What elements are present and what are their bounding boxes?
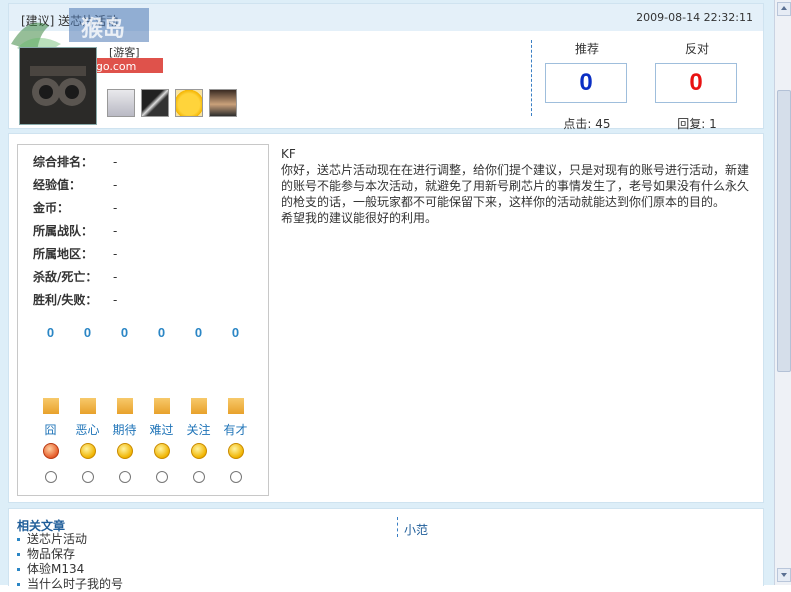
post-author: KF (281, 147, 296, 161)
mood-label[interactable]: 期待 (106, 421, 143, 438)
stat-experience: 经验值： - (33, 178, 118, 192)
user-avatar[interactable] (19, 47, 97, 125)
post-body: KF 你好，送芯片活动现在在进行调整，给你们提个建议，只是对现有的账号进行活动，… (281, 146, 751, 226)
mood-label[interactable]: 难过 (143, 421, 180, 438)
related-article-link[interactable]: 送芯片活动 (17, 532, 123, 547)
scroll-up-arrow-icon[interactable] (777, 2, 791, 16)
oppose-button[interactable]: 0 (655, 63, 737, 103)
stat-team: 所属战队： - (33, 224, 118, 238)
mood-label[interactable]: 关注 (180, 421, 217, 438)
stat-win-loss: 胜利/失败： - (33, 293, 118, 307)
reply-count: 回复: 1 (677, 117, 717, 131)
related-user-link[interactable]: 小范 (404, 521, 428, 538)
mood-bars (32, 398, 254, 414)
page-frame: [建议] 送芯片活动 2009-08-14 22:32:11 猴岛 bbs.ha… (0, 0, 774, 591)
mood-radio[interactable] (106, 471, 143, 483)
sick-face-icon (69, 443, 106, 459)
post-header-card: [建议] 送芯片活动 2009-08-14 22:32:11 猴岛 bbs.ha… (8, 3, 764, 132)
svg-text:猴岛: 猴岛 (81, 16, 125, 42)
mood-count: 0 (157, 325, 166, 340)
anime-girl-badge-icon (107, 89, 135, 117)
mood-bar (106, 398, 143, 414)
mood-count: 0 (231, 325, 240, 340)
mood-count: 0 (83, 325, 92, 340)
mood-counts: 0 0 0 0 0 0 (32, 325, 262, 340)
mood-radio[interactable] (69, 471, 106, 483)
vertical-scrollbar[interactable] (774, 0, 791, 585)
mood-bar (69, 398, 106, 414)
oppose-label: 反对 (684, 42, 709, 56)
embarrassed-face-icon (32, 443, 69, 459)
mood-label[interactable]: 恶心 (69, 421, 106, 438)
stat-region: 所属地区： - (33, 247, 118, 261)
fighter-badge-icon (209, 89, 237, 117)
user-badges (107, 89, 237, 117)
user-profile-panel: 综合排名： - 经验值： - 金币： - 所属战队： - 所属地区： - 杀敌/死亡： - … (17, 144, 269, 496)
watching-face-icon (180, 443, 217, 459)
stat-kill-death: 杀敌/死亡： - (33, 270, 118, 284)
mood-radio[interactable] (217, 471, 254, 483)
mood-label[interactable]: 有才 (217, 421, 254, 438)
stat-rank: 综合排名： - (33, 155, 118, 169)
mood-radio[interactable] (32, 471, 69, 483)
related-article-link[interactable]: 物品保存 (17, 547, 123, 562)
related-articles-list: 送芯片活动 物品保存 体验M134 当什么时子我的号 (17, 532, 123, 592)
recommend-button[interactable]: 0 (545, 63, 627, 103)
recommend-label: 推荐 (574, 42, 599, 56)
mood-count: 0 (194, 325, 203, 340)
mood-radio[interactable] (143, 471, 180, 483)
related-divider (397, 517, 398, 537)
author-role: [游客] (109, 46, 140, 59)
related-articles-card: 相关文章 送芯片活动 物品保存 体验M134 当什么时子我的号 小范 (8, 508, 764, 591)
post-paragraph: 你好，送芯片活动现在在进行调整，给你们提个建议，只是对现有的账号进行活动，新建的… (281, 163, 750, 209)
sad-face-icon (143, 443, 180, 459)
recommend-column: 推荐 0 点击: 45 (545, 40, 629, 132)
mood-icons (32, 443, 254, 459)
stat-gold: 金币： - (33, 201, 118, 215)
mood-bar (217, 398, 254, 414)
scrollbar-thumb[interactable] (777, 90, 791, 372)
pikachu-badge-icon (175, 89, 203, 117)
related-article-link[interactable]: 体验M134 (17, 562, 123, 577)
click-count: 点击: 45 (563, 117, 611, 131)
mood-count: 0 (120, 325, 129, 340)
mood-label[interactable]: 囧 (32, 421, 69, 438)
talented-face-icon (217, 443, 254, 459)
mood-count: 0 (46, 325, 55, 340)
mood-radio[interactable] (180, 471, 217, 483)
post-content-card: 综合排名： - 经验值： - 金币： - 所属战队： - 所属地区： - 杀敌/死亡： - … (8, 133, 764, 503)
mood-radios (32, 471, 254, 483)
mood-bar (180, 398, 217, 414)
warrior-badge-icon (141, 89, 169, 117)
mood-labels: 囧 恶心 期待 难过 关注 有才 (32, 421, 254, 438)
post-paragraph: 希望我的建议能很好的利用。 (281, 211, 438, 225)
mood-bar (32, 398, 69, 414)
mood-bar (143, 398, 180, 414)
post-date: 2009-08-14 22:32:11 (636, 11, 753, 24)
scroll-down-arrow-icon[interactable] (777, 568, 791, 582)
hopeful-face-icon (106, 443, 143, 459)
oppose-column: 反对 0 回复: 1 (655, 40, 739, 132)
vote-divider (531, 40, 532, 116)
